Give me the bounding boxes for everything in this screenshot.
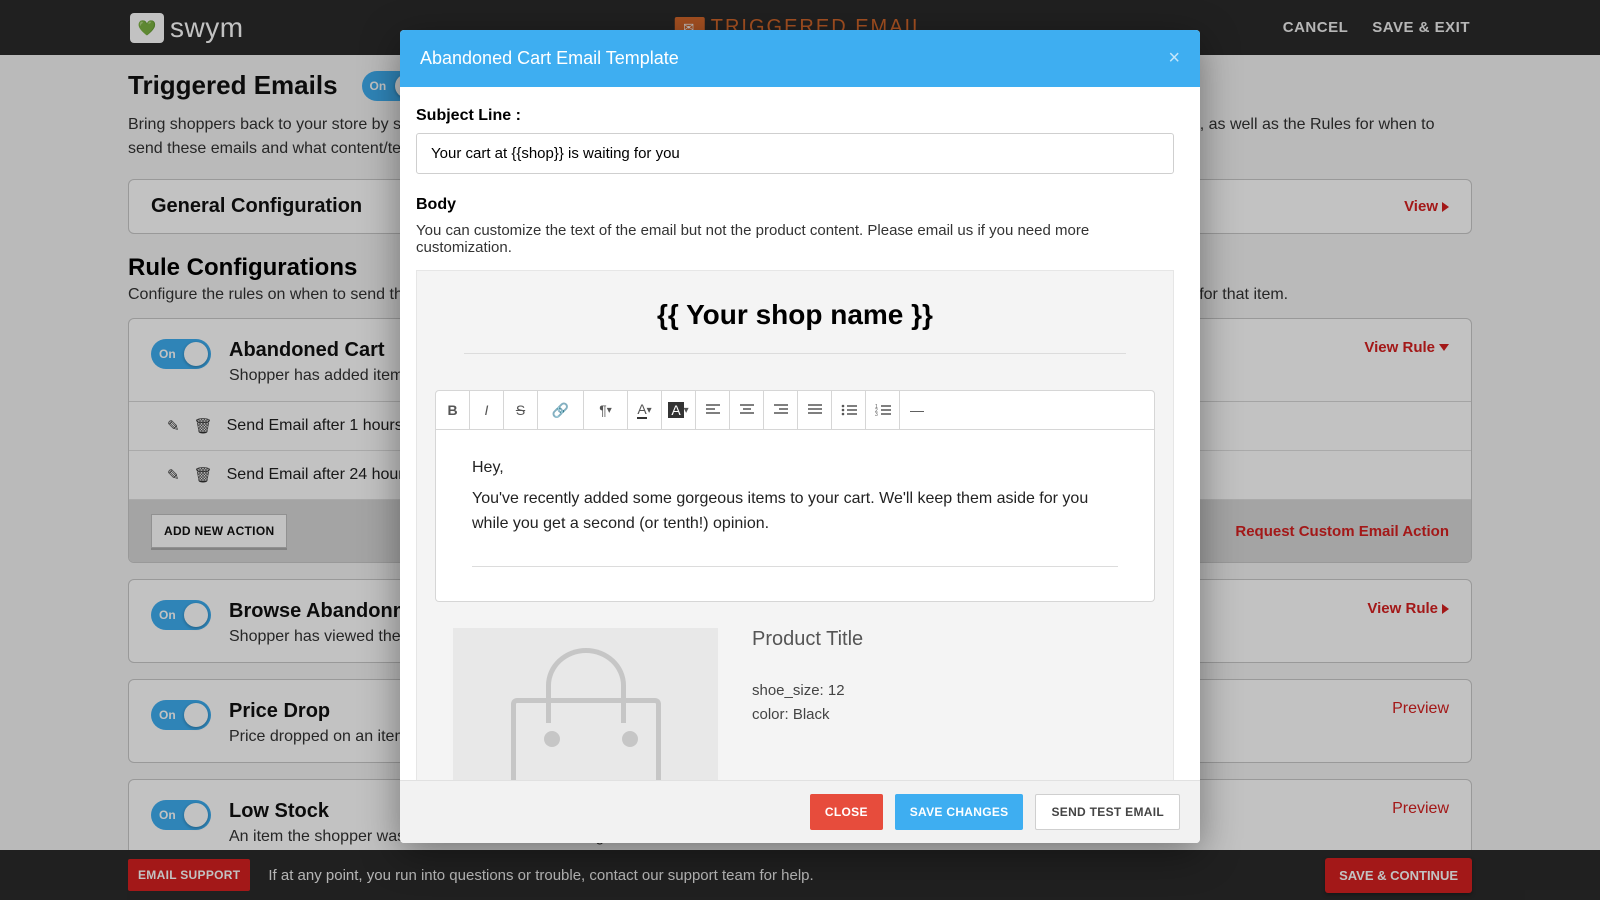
strike-button[interactable]: S: [504, 391, 538, 429]
bold-button[interactable]: B: [436, 391, 470, 429]
bg-color-button[interactable]: A▾: [662, 391, 696, 429]
body-note: You can customize the text of the email …: [416, 222, 1174, 256]
product-image-placeholder: [453, 628, 718, 780]
align-justify-button[interactable]: [798, 391, 832, 429]
italic-button[interactable]: I: [470, 391, 504, 429]
modal-footer: CLOSE SAVE CHANGES SEND TEST EMAIL: [400, 780, 1200, 843]
text-color-button[interactable]: A▾: [628, 391, 662, 429]
align-center-button[interactable]: [730, 391, 764, 429]
product-attr: color: Black: [752, 703, 863, 726]
ul-button[interactable]: [832, 391, 866, 429]
hr-button[interactable]: —: [900, 391, 1154, 429]
paragraph-text: You've recently added some gorgeous item…: [472, 487, 1118, 537]
subject-input[interactable]: [416, 133, 1174, 174]
close-icon[interactable]: ×: [1168, 47, 1180, 70]
ol-button[interactable]: 123: [866, 391, 900, 429]
shop-name-token: {{ Your shop name }}: [464, 299, 1126, 354]
modal-title: Abandoned Cart Email Template: [420, 48, 679, 69]
svg-text:3: 3: [875, 412, 878, 416]
save-changes-button[interactable]: SAVE CHANGES: [895, 794, 1024, 830]
product-title: Product Title: [752, 628, 863, 651]
subject-label: Subject Line :: [416, 107, 1174, 125]
product-attr: shoe_size: 12: [752, 679, 863, 702]
align-left-button[interactable]: [696, 391, 730, 429]
link-button[interactable]: 🔗: [538, 391, 584, 429]
send-test-email-button[interactable]: SEND TEST EMAIL: [1035, 794, 1180, 830]
close-button[interactable]: CLOSE: [810, 794, 883, 830]
email-editor-body[interactable]: Hey, You've recently added some gorgeous…: [435, 430, 1155, 602]
align-right-button[interactable]: [764, 391, 798, 429]
product-preview: Product Title shoe_size: 12 color: Black: [435, 602, 1155, 780]
divider: [472, 566, 1118, 567]
greeting-text: Hey,: [472, 456, 1118, 481]
email-template-modal: Abandoned Cart Email Template × Subject …: [400, 30, 1200, 843]
rich-text-toolbar: B I S 🔗 ¶▾ A▾ A▾: [435, 390, 1155, 430]
paragraph-button[interactable]: ¶▾: [584, 391, 628, 429]
body-label: Body: [416, 196, 1174, 214]
bag-icon: [511, 698, 661, 780]
email-preview-panel: {{ Your shop name }} B I S 🔗 ¶▾ A▾ A▾: [416, 270, 1174, 780]
